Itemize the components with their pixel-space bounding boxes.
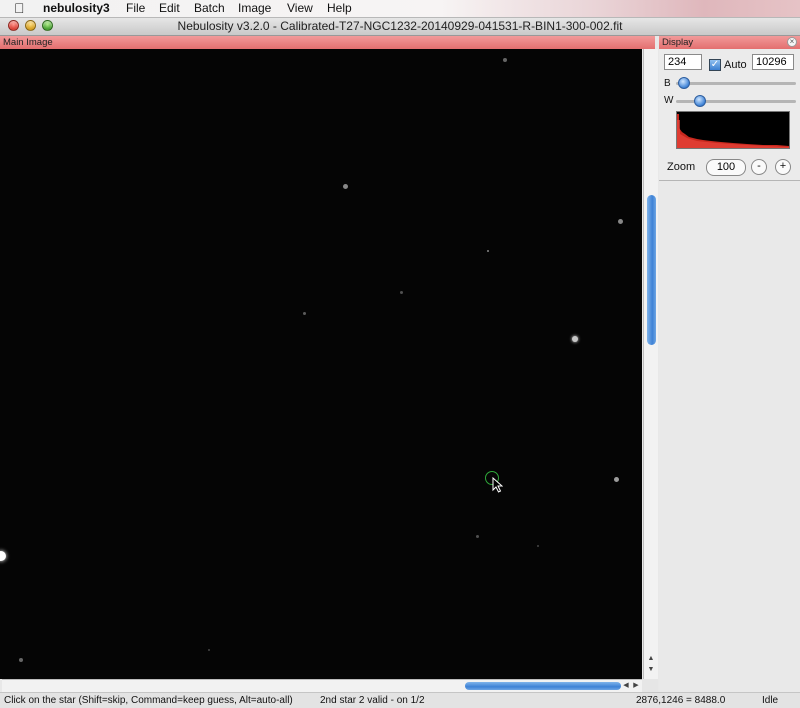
menu-file[interactable]: File <box>126 2 145 15</box>
horizontal-scroll-thumb[interactable] <box>465 682 621 690</box>
display-panel: ✓ Auto B W Zoom 100 - + <box>659 49 800 181</box>
zoom-in-button[interactable]: + <box>775 159 791 175</box>
status-hint: Click on the star (Shift=skip, Command=k… <box>4 695 293 706</box>
status-message: 2nd star 2 valid - on 1/2 <box>320 695 425 706</box>
scroll-up-arrow-icon[interactable]: ▲ <box>644 655 658 663</box>
apple-logo-icon[interactable]:  <box>14 1 25 15</box>
vertical-scrollbar[interactable]: ▲ ▼ <box>643 49 658 679</box>
menu-app-name[interactable]: nebulosity3 <box>43 2 110 15</box>
mouse-cursor-icon <box>492 477 503 493</box>
star[interactable] <box>476 535 479 538</box>
close-icon[interactable]: × <box>787 37 797 47</box>
star[interactable] <box>618 219 623 224</box>
b-slider-label: B <box>664 78 671 89</box>
white-point-input[interactable] <box>752 54 794 70</box>
horizontal-scrollbar[interactable]: ◀ ▶ <box>2 679 642 693</box>
menu-bar:  nebulosity3 File Edit Batch Image View… <box>0 0 800 18</box>
menu-image[interactable]: Image <box>238 2 271 15</box>
window-title-bar: Nebulosity v3.2.0 - Calibrated-T27-NGC12… <box>0 18 800 36</box>
vertical-scroll-thumb[interactable] <box>647 195 656 345</box>
main-image-header: Main Image <box>0 36 655 49</box>
status-bar: Click on the star (Shift=skip, Command=k… <box>0 692 800 708</box>
scroll-down-arrow-icon[interactable]: ▼ <box>644 666 658 674</box>
zoom-value-field[interactable]: 100 <box>706 159 746 176</box>
white-slider-knob[interactable] <box>694 95 706 107</box>
status-coordinates: 2876,1246 = 8488.0 <box>636 695 726 706</box>
display-panel-header: Display × <box>659 36 800 49</box>
star[interactable] <box>487 250 489 252</box>
menu-batch[interactable]: Batch <box>194 2 225 15</box>
main-image-header-label: Main Image <box>3 37 53 48</box>
auto-label: Auto <box>724 59 747 71</box>
zoom-out-button[interactable]: - <box>751 159 767 175</box>
star[interactable] <box>208 649 210 651</box>
scrollbar-corner <box>642 679 658 692</box>
star[interactable] <box>537 545 539 547</box>
star[interactable] <box>400 291 403 294</box>
w-slider-label: W <box>664 95 674 106</box>
scroll-right-arrow-icon[interactable]: ▶ <box>631 682 641 690</box>
black-point-input[interactable] <box>664 54 702 70</box>
star[interactable] <box>343 184 348 189</box>
window-title: Nebulosity v3.2.0 - Calibrated-T27-NGC12… <box>177 19 623 33</box>
auto-checkbox[interactable]: ✓ <box>709 59 721 71</box>
display-panel-header-label: Display <box>662 37 694 48</box>
display-panel-empty-area <box>659 181 800 692</box>
scroll-left-arrow-icon[interactable]: ◀ <box>621 682 631 690</box>
menu-help[interactable]: Help <box>327 2 352 15</box>
star[interactable] <box>503 58 507 62</box>
star[interactable] <box>303 312 306 315</box>
black-slider-knob[interactable] <box>678 77 690 89</box>
menu-edit[interactable]: Edit <box>159 2 180 15</box>
star[interactable] <box>614 477 619 482</box>
black-slider-track[interactable] <box>676 82 796 85</box>
star[interactable] <box>19 658 23 662</box>
star[interactable] <box>572 336 578 342</box>
histogram <box>676 111 790 149</box>
star[interactable] <box>0 551 6 561</box>
status-state: Idle <box>762 695 779 706</box>
main-image-canvas[interactable] <box>0 49 642 679</box>
menu-view[interactable]: View <box>287 2 313 15</box>
zoom-label: Zoom <box>667 161 696 173</box>
